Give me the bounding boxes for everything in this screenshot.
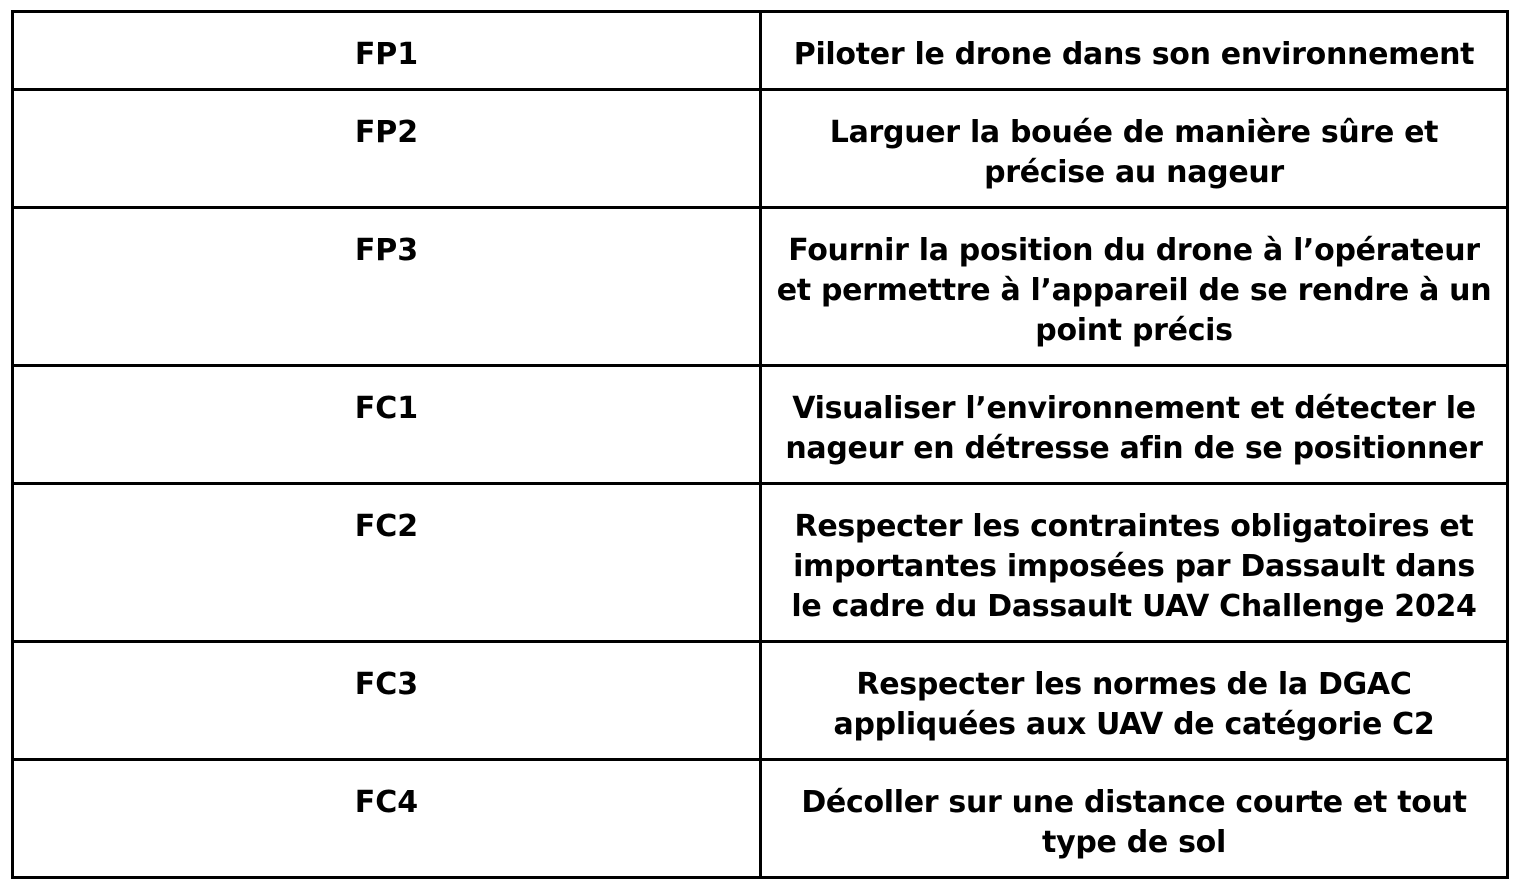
function-code-cell: FC1 [11, 364, 762, 485]
function-code: FC3 [354, 667, 419, 702]
function-code-cell: FP3 [11, 206, 762, 367]
description-line: Piloter le drone dans son environnement [793, 37, 1475, 72]
description-line: type de sol [1042, 825, 1226, 860]
description-line: Fournir la position du drone à l’opérate… [788, 233, 1480, 268]
description-line: nageur en détresse afin de se positionne… [785, 431, 1483, 466]
description-line: Respecter les contraintes obligatoires e… [794, 509, 1474, 544]
function-code-cell: FC4 [11, 758, 762, 879]
table-row: FC2 Respecter les contraintes obligatoir… [11, 482, 1509, 643]
function-description-cell: Fournir la position du drone à l’opérate… [759, 206, 1509, 367]
description-line: importantes imposées par Dassault dans [793, 549, 1475, 584]
functions-table: FP1 Piloter le drone dans son environnem… [11, 10, 1509, 879]
function-code: FP3 [354, 233, 419, 268]
function-code: FP2 [354, 115, 419, 150]
table-row: FP2 Larguer la bouée de manière sûre et … [11, 88, 1509, 209]
description-line: Respecter les normes de la DGAC [856, 667, 1412, 702]
description-line: Décoller sur une distance courte et tout [801, 785, 1467, 820]
description-line: et permettre à l’appareil de se rendre à… [776, 273, 1492, 308]
function-description-cell: Visualiser l’environnement et détecter l… [759, 364, 1509, 485]
function-description-cell: Respecter les contraintes obligatoires e… [759, 482, 1509, 643]
function-description-cell: Décoller sur une distance courte et tout… [759, 758, 1509, 879]
function-description-cell: Piloter le drone dans son environnement [759, 10, 1509, 91]
description-line: précise au nageur [984, 155, 1284, 190]
description-line: Larguer la bouée de manière sûre et [829, 115, 1439, 150]
function-code: FC1 [354, 391, 419, 426]
function-code: FP1 [354, 37, 419, 72]
table-row: FP3 Fournir la position du drone à l’opé… [11, 206, 1509, 367]
function-code-cell: FC3 [11, 640, 762, 761]
table-row: FC3 Respecter les normes de la DGAC appl… [11, 640, 1509, 761]
description-line: le cadre du Dassault UAV Challenge 2024 [791, 589, 1477, 624]
function-code-cell: FP2 [11, 88, 762, 209]
description-line: Visualiser l’environnement et détecter l… [792, 391, 1476, 426]
description-line: point précis [1035, 313, 1233, 348]
description-line: appliquées aux UAV de catégorie C2 [833, 707, 1435, 742]
function-code-cell: FC2 [11, 482, 762, 643]
function-description-cell: Respecter les normes de la DGAC appliqué… [759, 640, 1509, 761]
function-code-cell: FP1 [11, 10, 762, 91]
function-code: FC2 [354, 509, 419, 544]
table-row: FC4 Décoller sur une distance courte et … [11, 758, 1509, 879]
function-description-cell: Larguer la bouée de manière sûre et préc… [759, 88, 1509, 209]
table-row: FC1 Visualiser l’environnement et détect… [11, 364, 1509, 485]
function-code: FC4 [354, 785, 419, 820]
table-row: FP1 Piloter le drone dans son environnem… [11, 10, 1509, 91]
